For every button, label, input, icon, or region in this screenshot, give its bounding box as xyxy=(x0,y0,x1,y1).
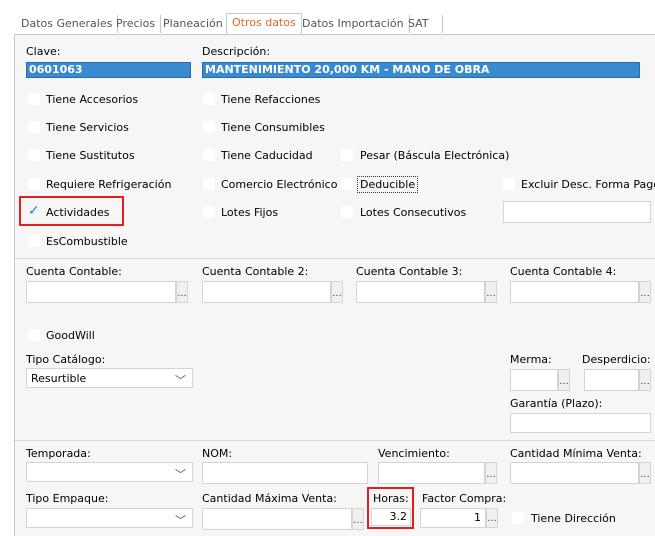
desperdicio-browse-button[interactable]: ... xyxy=(639,369,651,391)
horas-input[interactable]: 3.2 xyxy=(371,508,411,526)
descripcion-label: Descripción: xyxy=(202,45,271,58)
goodwill-label: GoodWill xyxy=(46,329,95,342)
actividades-label: Actividades xyxy=(46,206,110,219)
pesar-checkbox[interactable] xyxy=(341,149,353,161)
chevron-down-icon: ﹀ xyxy=(175,514,186,527)
lotes-consecutivos-checkbox[interactable] xyxy=(341,206,353,218)
cantidad-minima-label: Cantidad Mínima Venta: xyxy=(510,447,642,460)
escombustible-checkbox[interactable] xyxy=(28,235,40,247)
cuenta-contable-label: Cuenta Contable: xyxy=(26,265,122,278)
tab-datos-generales[interactable]: Datos Generales xyxy=(16,15,119,33)
tab-sat[interactable]: SAT xyxy=(403,15,443,33)
cuenta-contable-input[interactable] xyxy=(26,281,176,303)
pesar-label: Pesar (Báscula Electrónica) xyxy=(360,149,510,162)
requiere-refrigeracion-checkbox[interactable] xyxy=(28,178,40,190)
tiene-direccion-label: Tiene Dirección xyxy=(531,512,616,525)
chevron-down-icon: ﹀ xyxy=(175,374,186,387)
tiene-accesorios-label: Tiene Accesorios xyxy=(46,93,139,106)
tiene-consumibles-checkbox[interactable] xyxy=(203,121,215,133)
tiene-caducidad-checkbox[interactable] xyxy=(203,149,215,161)
vencimiento-input[interactable] xyxy=(378,462,485,484)
desperdicio-label: Desperdicio: xyxy=(582,353,651,366)
cuenta-contable-2-browse-button[interactable]: ... xyxy=(331,281,343,303)
tipo-catalogo-select[interactable]: Resurtible ﹀ xyxy=(26,368,193,388)
comercio-electronico-checkbox[interactable] xyxy=(203,178,215,190)
tiene-caducidad-label: Tiene Caducidad xyxy=(221,149,313,162)
factor-compra-label: Factor Compra: xyxy=(422,492,507,505)
desperdicio-input[interactable] xyxy=(584,369,639,391)
clave-field[interactable]: 0601063 xyxy=(26,62,191,78)
cantidad-minima-browse-button[interactable]: ... xyxy=(639,462,651,484)
temporada-select[interactable]: ﹀ xyxy=(26,462,193,482)
actividades-check-icon[interactable]: ✓ xyxy=(28,203,40,219)
lotes-fijos-label: Lotes Fijos xyxy=(221,206,279,219)
vencimiento-browse-button[interactable]: ... xyxy=(485,462,497,484)
tab-planeacion[interactable]: Planeación xyxy=(158,15,229,33)
divider xyxy=(15,440,655,441)
garantia-label: Garantía (Plazo): xyxy=(510,397,603,410)
tiene-accesorios-checkbox[interactable] xyxy=(28,93,40,105)
tipo-empaque-select[interactable]: ﹀ xyxy=(26,508,193,528)
merma-label: Merma: xyxy=(510,353,552,366)
garantia-input[interactable] xyxy=(510,413,651,433)
vencimiento-label: Vencimiento: xyxy=(378,447,450,460)
comercio-electronico-label: Comercio Electrónico xyxy=(221,178,338,191)
tab-otros-datos[interactable]: Otros datos xyxy=(226,13,302,34)
temporada-label: Temporada: xyxy=(26,447,91,460)
tipo-catalogo-value: Resurtible xyxy=(31,372,87,385)
cuenta-contable-2-label: Cuenta Contable 2: xyxy=(202,265,309,278)
cuenta-contable-2-input[interactable] xyxy=(202,281,331,303)
cuenta-contable-browse-button[interactable]: ... xyxy=(176,281,188,303)
descripcion-field[interactable]: MANTENIMIENTO 20,000 KM - MANO DE OBRA xyxy=(202,62,640,78)
lotes-fijos-checkbox[interactable] xyxy=(203,206,215,218)
deducible-checkbox[interactable] xyxy=(341,178,353,190)
tiene-sustitutos-label: Tiene Sustitutos xyxy=(46,149,135,162)
cuenta-contable-4-label: Cuenta Contable 4: xyxy=(510,265,617,278)
clave-label: Clave: xyxy=(26,45,61,58)
cantidad-maxima-label: Cantidad Máxima Venta: xyxy=(202,492,337,505)
excluir-desc-input[interactable] xyxy=(503,201,651,223)
tab-precios[interactable]: Precios xyxy=(111,15,162,33)
escombustible-label: EsCombustible xyxy=(46,235,128,248)
divider xyxy=(15,258,655,259)
factor-compra-browse-button[interactable]: ... xyxy=(486,508,498,528)
nom-label: NOM: xyxy=(202,447,233,460)
cantidad-maxima-browse-button[interactable]: ... xyxy=(352,508,364,530)
nom-input[interactable] xyxy=(202,462,368,484)
chevron-down-icon: ﹀ xyxy=(175,468,186,481)
excluir-desc-label: Excluir Desc. Forma Pago xyxy=(521,178,655,191)
tab-datos-importacion[interactable]: Datos Importación xyxy=(297,15,410,33)
merma-input[interactable] xyxy=(510,369,558,391)
lotes-consecutivos-label: Lotes Consecutivos xyxy=(360,206,467,219)
cantidad-minima-input[interactable] xyxy=(510,462,639,484)
tipo-empaque-label: Tipo Empaque: xyxy=(26,492,109,505)
factor-compra-input[interactable]: 1 xyxy=(420,508,486,528)
tiene-servicios-checkbox[interactable] xyxy=(28,121,40,133)
tiene-servicios-label: Tiene Servicios xyxy=(46,121,129,134)
tiene-sustitutos-checkbox[interactable] xyxy=(28,149,40,161)
excluir-desc-checkbox[interactable] xyxy=(503,178,515,190)
horas-label: Horas: xyxy=(373,492,409,505)
tiene-refacciones-checkbox[interactable] xyxy=(203,93,215,105)
tiene-direccion-checkbox[interactable] xyxy=(512,512,524,524)
requiere-refrigeracion-label: Requiere Refrigeración xyxy=(46,178,172,191)
tiene-refacciones-label: Tiene Refacciones xyxy=(221,93,321,106)
cantidad-maxima-input[interactable] xyxy=(202,508,352,530)
goodwill-checkbox[interactable] xyxy=(28,329,40,341)
cuenta-contable-4-browse-button[interactable]: ... xyxy=(639,281,651,303)
cuenta-contable-3-browse-button[interactable]: ... xyxy=(485,281,497,303)
cuenta-contable-4-input[interactable] xyxy=(510,281,639,303)
tiene-consumibles-label: Tiene Consumibles xyxy=(221,121,325,134)
deducible-label: Deducible xyxy=(357,176,419,193)
merma-browse-button[interactable]: ... xyxy=(558,369,570,391)
cuenta-contable-3-label: Cuenta Contable 3: xyxy=(356,265,463,278)
cuenta-contable-3-input[interactable] xyxy=(356,281,485,303)
tipo-catalogo-label: Tipo Catálogo: xyxy=(26,353,106,366)
